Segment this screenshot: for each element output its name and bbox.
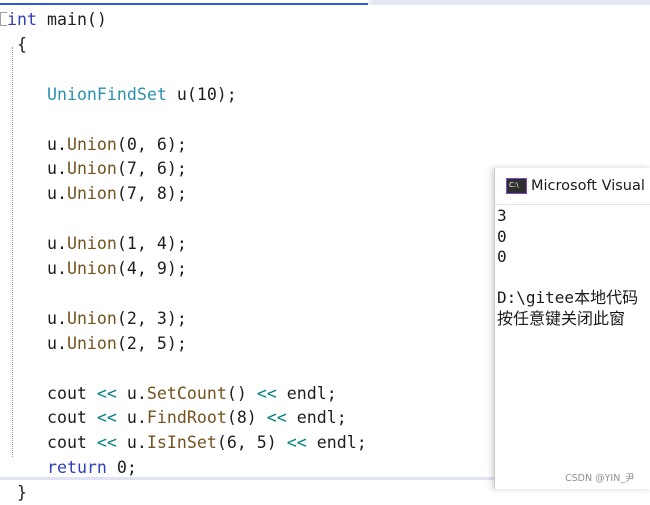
code-token: u.	[116, 433, 147, 453]
code-line: UnionFindSet u(10);	[7, 83, 237, 107]
code-token: Union	[66, 134, 117, 154]
code-token: (2, 3);	[116, 308, 187, 328]
code-token: endl;	[306, 433, 367, 453]
code-token: <<	[256, 383, 277, 403]
code-token: FindRoot	[146, 408, 227, 428]
code-token: <<	[96, 408, 117, 428]
console-title: Microsoft Visual	[531, 178, 645, 194]
code-token: u.	[7, 259, 67, 278]
console-output-line: 0	[497, 247, 507, 266]
code-line: u.Union(1, 4);	[7, 232, 187, 256]
code-line: }	[7, 481, 27, 505]
code-token: endl;	[276, 383, 337, 403]
code-token: cout	[7, 383, 97, 403]
code-token: (0, 6);	[116, 134, 187, 154]
code-line: u.Union(7, 8);	[7, 182, 187, 206]
console-output-line: 0	[497, 226, 507, 246]
code-token: (6, 5)	[216, 433, 287, 453]
console-app-icon: C:\	[506, 178, 527, 194]
console-output-line: 按任意键关闭此窗	[497, 308, 626, 328]
code-line: {	[7, 33, 27, 57]
watermark-text: CSDN @YIN_尹	[565, 473, 635, 484]
code-token: u.	[7, 308, 67, 328]
code-token: cout	[7, 433, 97, 453]
code-token: Union	[66, 234, 117, 254]
code-token: Union	[66, 333, 117, 353]
code-token: u.	[7, 234, 67, 254]
code-token: u.	[7, 333, 67, 353]
code-line: cout << u.IsInSet(6, 5) << endl;	[7, 431, 367, 455]
code-line: u.Union(0, 6);	[7, 133, 187, 157]
code-token: (4, 9);	[116, 259, 187, 278]
code-line: u.Union(7, 6);	[7, 157, 187, 181]
console-output-line: 3	[497, 206, 507, 225]
code-token: Union	[66, 159, 117, 179]
code-token: (7, 8);	[116, 184, 187, 204]
code-token: Union	[66, 308, 117, 328]
code-token: <<	[286, 433, 307, 453]
code-line: int main()	[7, 8, 107, 32]
code-token: u.	[7, 159, 67, 179]
code-line: u.Union(4, 9);	[7, 257, 187, 281]
code-line: cout << u.FindRoot(8) << endl;	[7, 406, 347, 430]
code-token: u(10);	[166, 84, 237, 104]
console-titlebar[interactable]: C:\ Microsoft Visual	[495, 168, 650, 205]
code-token: 0;	[106, 458, 137, 478]
code-line: u.Union(2, 5);	[7, 332, 187, 356]
code-token: u.	[116, 383, 147, 403]
fold-marker-icon[interactable]	[0, 12, 7, 26]
console-output-line: D:\gitee本地代码	[497, 288, 639, 307]
console-window[interactable]: C:\ Microsoft Visual 3 0 0 D:\gitee本地代码 按任意键…	[494, 168, 650, 489]
code-token: Union	[66, 184, 117, 204]
code-token: return	[46, 458, 107, 478]
code-token: <<	[266, 408, 287, 428]
code-line: cout << u.SetCount() << endl;	[7, 382, 337, 406]
code-token: (7, 6);	[116, 159, 187, 179]
code-token: ()	[226, 383, 257, 403]
code-line: u.Union(2, 3);	[7, 307, 187, 331]
code-token: main()	[36, 10, 107, 29]
code-token: u.	[7, 134, 67, 154]
code-token: <<	[96, 383, 117, 403]
code-token: }	[7, 483, 27, 503]
code-token: (1, 4);	[116, 234, 187, 254]
console-app-icon-text: C:\	[509, 181, 519, 189]
code-token: cout	[7, 408, 97, 428]
code-token: u.	[7, 184, 67, 204]
code-token: endl;	[286, 408, 347, 428]
code-token: (2, 5);	[116, 333, 187, 353]
code-token: {	[7, 34, 27, 54]
code-token: (8)	[226, 408, 267, 428]
code-token: int	[7, 10, 37, 29]
code-token: SetCount	[146, 383, 227, 403]
code-token: IsInSet	[146, 433, 217, 453]
code-token: Union	[66, 259, 117, 278]
code-token: u.	[116, 408, 147, 428]
code-token: <<	[96, 433, 117, 453]
code-token: UnionFindSet	[46, 84, 167, 104]
